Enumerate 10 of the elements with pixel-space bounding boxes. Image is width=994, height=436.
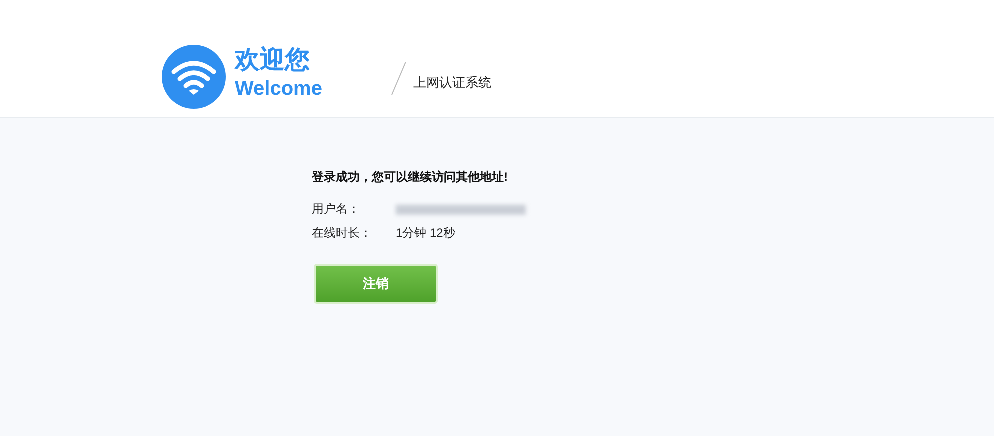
logout-button[interactable]: 注销 [314, 264, 438, 304]
welcome-title: Welcome [235, 77, 322, 101]
field-label: 在线时长： [312, 225, 373, 242]
greeting-title: 欢迎您 [235, 45, 311, 75]
system-title: 上网认证系统 [413, 74, 492, 92]
field-value: 1分钟 12秒 [396, 225, 456, 242]
success-message: 登录成功，您可以继续访问其他地址! [312, 169, 509, 186]
field-label: 用户名： [312, 201, 361, 218]
slash-separator-icon [391, 62, 408, 95]
wifi-logo-icon [162, 45, 226, 109]
